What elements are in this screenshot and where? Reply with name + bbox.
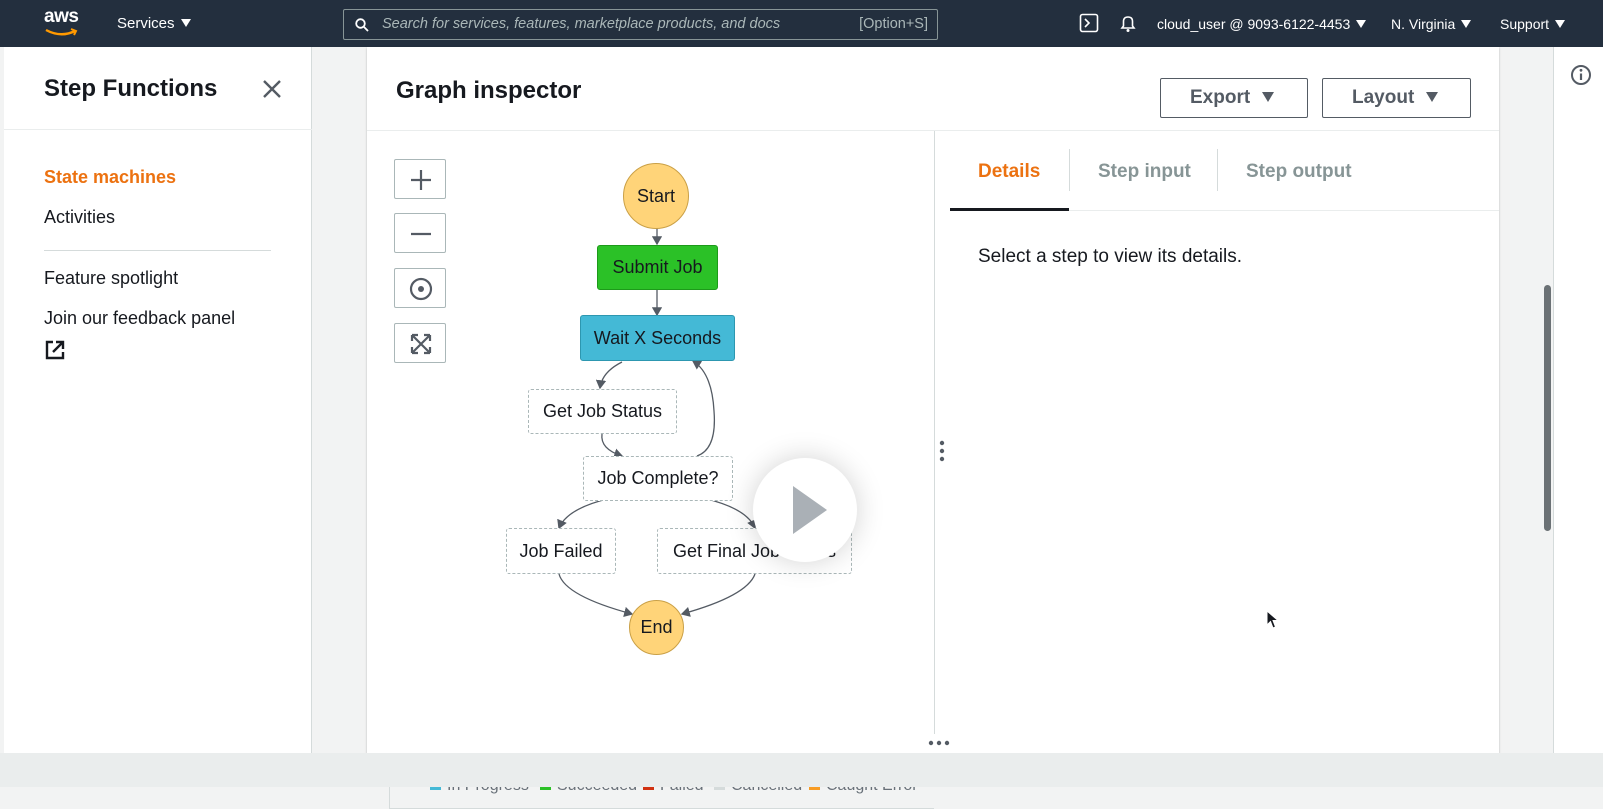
chevron-down-icon [1262,92,1275,102]
export-label: Export [1190,87,1251,108]
node-submit-job[interactable]: Submit Job [597,245,718,290]
search-input[interactable]: Search for services, features, marketpla… [343,9,938,40]
resize-handle-icon[interactable] [928,740,950,746]
search-placeholder: Search for services, features, marketpla… [382,16,781,32]
scrollbar[interactable] [1544,285,1551,531]
bell-icon[interactable] [1118,13,1138,33]
support-label: Support [1500,16,1550,32]
node-wait-seconds[interactable]: Wait X Seconds [580,315,735,361]
divider [44,250,271,251]
account-label: cloud_user @ 9093-6122-4453 [1157,16,1351,32]
search-shortcut: [Option+S] [859,16,928,32]
node-start[interactable]: Start [623,163,689,229]
help-rail [1553,47,1603,787]
sidebar-item-activities[interactable]: Activities [44,207,115,228]
layout-label: Layout [1352,87,1415,108]
chevron-down-icon [1426,92,1439,102]
active-tab-indicator [950,208,1069,211]
play-icon [793,486,827,534]
info-icon[interactable] [1570,64,1592,86]
tab-details[interactable]: Details [978,161,1040,183]
chevron-down-icon [180,19,191,27]
node-job-complete[interactable]: Job Complete? [583,456,733,501]
page-title: Graph inspector [396,77,582,104]
support-menu[interactable]: Support [1500,16,1566,32]
tab-separator [1069,149,1070,191]
export-button[interactable]: Export [1160,78,1308,118]
sidebar-item-feedback-panel[interactable]: Join our feedback panel [44,308,235,329]
aws-smile-icon [45,28,78,36]
sidebar-item-state-machines[interactable]: State machines [44,167,176,188]
services-menu[interactable]: Services [117,15,191,32]
divider [4,129,312,130]
close-icon[interactable] [260,77,284,101]
layout-button[interactable]: Layout [1322,78,1471,118]
tab-separator [1217,149,1218,191]
page-footer-area [0,753,1603,787]
sidebar: Step Functions State machines Activities… [4,47,312,787]
aws-logo-text: aws [44,6,79,27]
cloudshell-icon[interactable] [1079,13,1099,33]
top-navigation: aws Services Search for services, featur… [0,0,1603,47]
sidebar-item-feature-spotlight[interactable]: Feature spotlight [44,268,178,289]
graph-inspector-panel: Graph inspector Export Layout Start Subm… [367,47,1499,809]
services-label: Services [117,15,175,32]
tab-step-input[interactable]: Step input [1098,161,1191,183]
chevron-down-icon [1461,20,1472,28]
resize-handle-icon[interactable] [939,440,945,462]
node-end[interactable]: End [629,600,684,655]
chevron-down-icon [1356,20,1367,28]
mouse-cursor-icon [1266,610,1280,629]
details-tabs: Details Step input Step output [950,131,1499,211]
aws-logo[interactable]: aws [44,6,82,40]
chevron-down-icon [1555,20,1566,28]
region-menu[interactable]: N. Virginia [1391,16,1472,32]
sidebar-title: Step Functions [44,75,218,102]
node-get-job-status[interactable]: Get Job Status [528,389,677,434]
external-link-icon[interactable] [44,339,66,361]
state-machine-graph[interactable]: Start Submit Job Wait X Seconds Get Job … [367,131,934,809]
region-label: N. Virginia [1391,16,1456,32]
pane-divider [934,131,935,734]
search-icon [355,18,369,32]
details-empty-message: Select a step to view its details. [978,246,1243,267]
video-play-button[interactable] [753,458,857,562]
node-job-failed[interactable]: Job Failed [506,528,616,574]
tab-step-output[interactable]: Step output [1246,161,1352,183]
account-menu[interactable]: cloud_user @ 9093-6122-4453 [1157,16,1367,32]
